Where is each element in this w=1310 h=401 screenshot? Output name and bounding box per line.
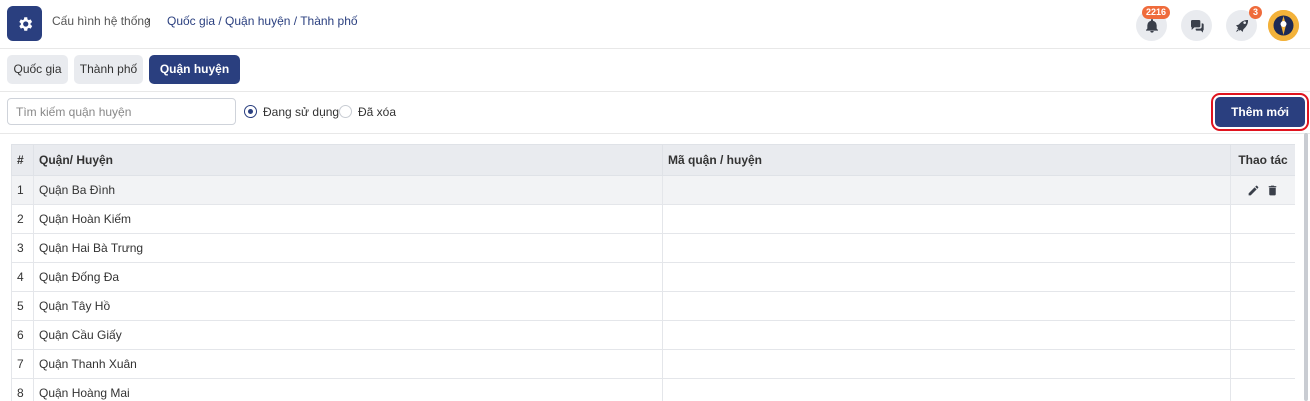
row-actions [1230,262,1295,292]
row-index: 4 [11,262,34,292]
breadcrumb-root[interactable]: Cấu hình hệ thống [52,14,151,28]
row-actions [1230,204,1295,234]
table-row[interactable]: 2 Quận Hoàn Kiếm [11,204,1295,234]
breadcrumb-current[interactable]: Quốc gia / Quận huyện / Thành phố [167,14,358,28]
row-district-code [662,233,1231,263]
table-header-row: # Quận/ Huyện Mã quận / huyện Thao tác [11,144,1295,176]
radio-deleted-label[interactable]: Đã xóa [358,105,396,119]
row-district-code [662,378,1231,401]
row-district-code [662,320,1231,350]
row-district-name: Quận Hai Bà Trưng [33,233,663,263]
tab-cities[interactable]: Thành phố [74,55,143,84]
row-district-code [662,349,1231,379]
avatar-image-icon [1268,10,1299,41]
table-row[interactable]: 4 Quận Đống Đa [11,262,1295,292]
row-actions [1230,291,1295,321]
row-index: 8 [11,378,34,401]
bell-icon [1145,18,1158,33]
radio-deleted[interactable] [339,105,352,118]
chat-icon [1190,19,1204,33]
row-actions [1230,378,1295,401]
column-name[interactable]: Quận/ Huyện [33,144,663,176]
toolbar: Đang sử dụng Đã xóa Thêm mới [0,92,1310,134]
table-row[interactable]: 7 Quận Thanh Xuân [11,349,1295,379]
row-actions [1230,320,1295,350]
row-district-code [662,291,1231,321]
row-index: 2 [11,204,34,234]
table-row[interactable]: 1 Quận Ba Đình [11,175,1295,205]
radio-active-label[interactable]: Đang sử dụng [263,105,339,119]
row-district-name: Quận Hoàn Kiếm [33,204,663,234]
row-district-code [662,262,1231,292]
rocket-icon [1235,19,1248,32]
row-index: 1 [11,175,34,205]
rocket-count-badge: 3 [1249,6,1262,19]
row-actions [1230,175,1295,205]
radio-active[interactable] [244,105,257,118]
column-code[interactable]: Mã quận / huyện [662,144,1231,176]
vertical-scrollbar[interactable] [1304,133,1308,401]
column-actions: Thao tác [1230,144,1295,176]
row-district-name: Quận Hoàng Mai [33,378,663,401]
chat-button[interactable] [1181,10,1212,41]
user-avatar[interactable] [1268,10,1299,41]
row-index: 6 [11,320,34,350]
delete-icon[interactable] [1266,184,1279,197]
table-row[interactable]: 5 Quận Tây Hồ [11,291,1295,321]
gear-icon [18,16,32,31]
chevron-right-icon: › [146,12,151,27]
row-district-name: Quận Thanh Xuân [33,349,663,379]
notification-count-badge: 2216 [1142,6,1170,19]
row-district-name: Quận Cầu Giấy [33,320,663,350]
row-district-name: Quận Ba Đình [33,175,663,205]
table-row[interactable]: 6 Quận Cầu Giấy [11,320,1295,350]
column-index: # [11,144,34,176]
row-actions [1230,349,1295,379]
top-header: Cấu hình hệ thống › Quốc gia / Quận huyệ… [0,0,1310,49]
edit-icon[interactable] [1247,184,1260,197]
settings-home-button[interactable] [7,6,42,41]
row-district-code [662,175,1231,205]
row-index: 3 [11,233,34,263]
district-table: # Quận/ Huyện Mã quận / huyện Thao tác 1… [11,144,1295,401]
table-row[interactable]: 3 Quận Hai Bà Trưng [11,233,1295,263]
tab-bar: Quốc gia Thành phố Quận huyện [0,49,1310,92]
table-row[interactable]: 8 Quận Hoàng Mai [11,378,1295,401]
row-district-name: Quận Tây Hồ [33,291,663,321]
tab-countries[interactable]: Quốc gia [7,55,68,84]
row-district-name: Quận Đống Đa [33,262,663,292]
row-district-code [662,204,1231,234]
add-new-button[interactable]: Thêm mới [1211,93,1309,131]
tab-districts[interactable]: Quận huyện [149,55,240,84]
search-input[interactable] [7,98,236,125]
row-index: 7 [11,349,34,379]
row-actions [1230,233,1295,263]
row-index: 5 [11,291,34,321]
